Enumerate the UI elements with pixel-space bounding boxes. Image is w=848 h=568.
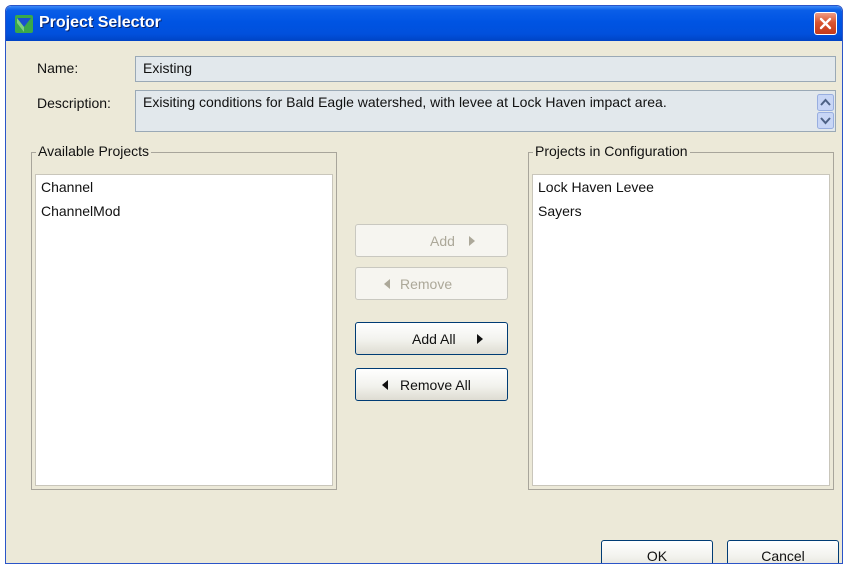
name-label: Name: (37, 60, 79, 76)
cancel-button[interactable]: Cancel (727, 540, 839, 563)
available-projects-group: Available Projects Channel ChannelMod (31, 143, 337, 490)
chevron-up-icon (817, 94, 834, 111)
app-logo-icon (15, 15, 33, 33)
add-button[interactable]: Add (355, 224, 508, 257)
description-field[interactable]: Exisiting conditions for Bald Eagle wate… (135, 90, 836, 132)
ok-button[interactable]: OK (601, 540, 713, 563)
title-bar[interactable]: Project Selector (6, 6, 842, 41)
close-button[interactable] (814, 12, 837, 35)
chevron-down-icon (817, 112, 834, 129)
remove-button-label: Remove (400, 276, 453, 292)
arrow-left-icon (384, 279, 390, 289)
description-label: Description: (37, 95, 111, 111)
add-all-button[interactable]: Add All (355, 322, 508, 355)
arrow-right-icon (477, 334, 483, 344)
add-all-button-label: Add All (412, 331, 456, 347)
scroll-down-button[interactable] (817, 112, 834, 129)
remove-all-button[interactable]: Remove All (355, 368, 508, 401)
list-item[interactable]: Sayers (533, 199, 829, 223)
scroll-up-button[interactable] (817, 94, 834, 111)
available-projects-title: Available Projects (36, 143, 152, 159)
remove-all-button-label: Remove All (400, 377, 471, 393)
name-field[interactable]: Existing (135, 56, 836, 82)
project-selector-dialog: Project Selector Name: Existing Descript… (5, 5, 843, 564)
add-button-label: Add (430, 233, 455, 249)
arrow-left-icon (382, 380, 388, 390)
configured-projects-list[interactable]: Lock Haven Levee Sayers (532, 174, 830, 486)
close-icon (819, 17, 832, 30)
configured-projects-title: Projects in Configuration (533, 143, 690, 159)
arrow-right-icon (469, 236, 475, 246)
list-item[interactable]: Lock Haven Levee (533, 175, 829, 199)
list-item[interactable]: Channel (36, 175, 332, 199)
available-projects-list[interactable]: Channel ChannelMod (35, 174, 333, 486)
remove-button[interactable]: Remove (355, 267, 508, 300)
window-title: Project Selector (39, 14, 161, 31)
configured-projects-group: Projects in Configuration Lock Haven Lev… (528, 143, 834, 490)
list-item[interactable]: ChannelMod (36, 199, 332, 223)
